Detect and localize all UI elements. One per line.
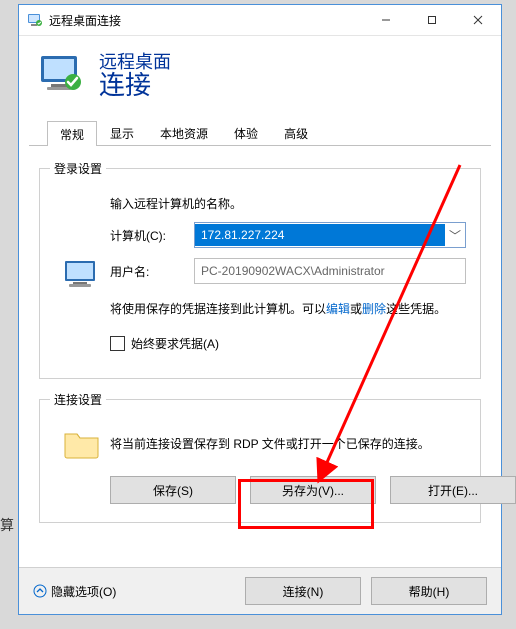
hide-options-label: 隐藏选项(O) [51,583,116,600]
computer-combobox[interactable]: 172.81.227.224 ﹀ [194,222,466,248]
chevron-down-icon[interactable]: ﹀ [445,227,465,244]
always-ask-label: 始终要求凭据(A) [131,335,219,352]
save-button[interactable]: 保存(S) [110,476,236,504]
close-button[interactable] [455,5,501,35]
tab-local-resources[interactable]: 本地资源 [147,120,221,145]
rdc-window: 远程桌面连接 远程桌面 连接 常规 显示 本地资源 [18,4,502,615]
username-value: PC-20190902WACX\Administrator [201,264,385,278]
open-button[interactable]: 打开(E)... [390,476,516,504]
login-prompt: 输入远程计算机的名称。 [110,195,466,212]
edit-credentials-link[interactable]: 编辑 [326,302,350,316]
save-as-button[interactable]: 另存为(V)... [250,476,376,504]
background-partial-text: 算 [0,515,14,535]
titlebar: 远程桌面连接 [19,5,501,36]
tab-general[interactable]: 常规 [47,121,97,146]
username-label: 用户名: [110,263,180,280]
header: 远程桌面 连接 [19,36,501,113]
connection-settings-group: 连接设置 将当前连接设置保存到 RDP 文件或打开一个已保存的连接。 保存(S) [39,399,481,523]
computer-label: 计算机(C): [110,227,180,244]
login-settings-group: 登录设置 输入远程计算机的名称。 计算机(C): [39,168,481,379]
checkbox-box [110,336,125,351]
always-ask-checkbox[interactable]: 始终要求凭据(A) [110,335,466,352]
connect-button[interactable]: 连接(N) [245,577,361,605]
rdc-icon [27,12,43,28]
tab-advanced[interactable]: 高级 [271,120,321,145]
computer-icon [61,255,103,297]
folder-icon [62,426,102,460]
connection-settings-legend: 连接设置 [50,391,106,408]
credentials-note: 将使用保存的凭据连接到此计算机。可以编辑或删除这些凭据。 [110,300,466,317]
window-title: 远程桌面连接 [49,12,363,29]
computer-value: 172.81.227.224 [195,224,445,246]
tab-strip: 常规 显示 本地资源 体验 高级 [29,119,491,146]
footer: 隐藏选项(O) 连接(N) 帮助(H) [19,567,501,614]
help-button[interactable]: 帮助(H) [371,577,487,605]
hide-options-toggle[interactable]: 隐藏选项(O) [33,583,116,600]
header-line2: 连接 [99,72,171,99]
tab-display[interactable]: 显示 [97,120,147,145]
conn-desc: 将当前连接设置保存到 RDP 文件或打开一个已保存的连接。 [110,435,466,452]
tab-experience[interactable]: 体验 [221,120,271,145]
chevron-up-circle-icon [33,584,47,598]
username-field[interactable]: PC-20190902WACX\Administrator [194,258,466,284]
monitor-icon [37,50,85,98]
login-settings-legend: 登录设置 [50,160,106,177]
delete-credentials-link[interactable]: 删除 [362,302,386,316]
maximize-button[interactable] [409,5,455,35]
minimize-button[interactable] [363,5,409,35]
